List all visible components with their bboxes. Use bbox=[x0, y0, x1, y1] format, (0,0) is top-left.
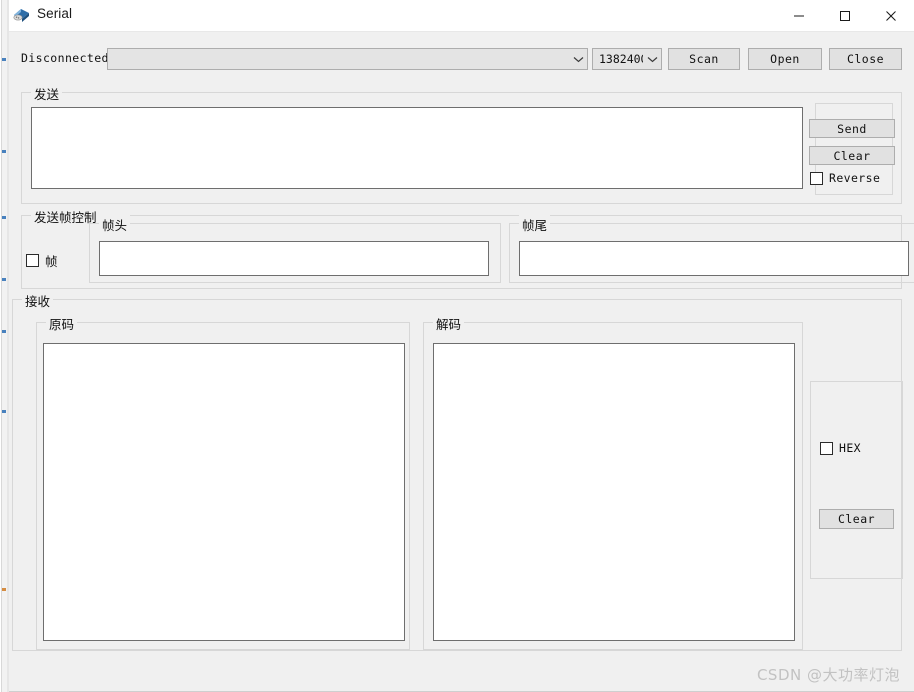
frame-header-group: 帧头 bbox=[89, 215, 501, 283]
frame-enable-label: 帧 bbox=[45, 254, 58, 269]
raw-code-title: 原码 bbox=[46, 314, 78, 333]
open-port-button[interactable]: Open bbox=[748, 48, 822, 70]
frame-header-title: 帧头 bbox=[99, 215, 131, 234]
chevron-down-icon bbox=[643, 56, 661, 63]
send-button[interactable]: Send bbox=[809, 119, 895, 138]
minimize-button[interactable] bbox=[776, 0, 822, 31]
backdrop-fleck bbox=[2, 150, 6, 153]
frame-tail-title: 帧尾 bbox=[519, 215, 551, 234]
checkbox-box bbox=[820, 441, 833, 455]
backdrop-fleck bbox=[2, 330, 6, 333]
baud-rate-value: 1382400 bbox=[599, 52, 643, 66]
send-group: 发送 bbox=[21, 84, 902, 204]
raw-code-group: 原码 bbox=[36, 314, 410, 650]
checkbox-box bbox=[26, 254, 39, 267]
clear-send-button[interactable]: Clear bbox=[809, 146, 895, 165]
backdrop-fleck bbox=[2, 58, 6, 61]
close-port-button[interactable]: Close bbox=[829, 48, 902, 70]
connection-status-label: Disconnected bbox=[21, 51, 109, 65]
send-group-title: 发送 bbox=[31, 84, 63, 103]
decoded-group: 解码 bbox=[423, 314, 803, 650]
serial-port-select[interactable] bbox=[107, 48, 588, 70]
baud-rate-select[interactable]: 1382400 bbox=[592, 48, 662, 70]
receive-group-title: 接收 bbox=[22, 291, 54, 310]
backdrop-fleck bbox=[2, 410, 6, 413]
frame-enable-checkbox[interactable]: 帧 bbox=[26, 251, 58, 270]
clear-receive-button[interactable]: Clear bbox=[819, 509, 894, 529]
close-button[interactable] bbox=[868, 0, 914, 31]
send-textarea[interactable] bbox=[31, 107, 803, 189]
backdrop-fleck bbox=[2, 278, 6, 281]
receive-actions-panel bbox=[810, 381, 903, 579]
reverse-checkbox[interactable]: Reverse bbox=[810, 171, 880, 185]
maximize-button[interactable] bbox=[822, 0, 868, 31]
hex-checkbox-label: HEX bbox=[839, 441, 861, 455]
reverse-checkbox-label: Reverse bbox=[829, 171, 881, 185]
chevron-down-icon bbox=[569, 56, 587, 63]
window-title: Serial bbox=[37, 6, 73, 21]
scan-button[interactable]: Scan bbox=[668, 48, 740, 70]
minimize-icon bbox=[794, 15, 804, 16]
maximize-icon bbox=[840, 10, 850, 21]
serial-app-window: Serial Disconnected 1382400 Scan Open Cl… bbox=[9, 0, 914, 692]
decoded-textarea[interactable] bbox=[433, 343, 795, 641]
frame-header-input[interactable] bbox=[99, 241, 489, 276]
close-icon bbox=[886, 10, 896, 21]
checkbox-box bbox=[810, 171, 823, 185]
frame-tail-group: 帧尾 bbox=[509, 215, 914, 283]
title-bar: Serial bbox=[9, 0, 914, 32]
serial-port-icon bbox=[13, 9, 29, 22]
raw-code-textarea[interactable] bbox=[43, 343, 405, 641]
watermark-text: CSDN @大功率灯泡 bbox=[756, 666, 900, 684]
backdrop-fleck bbox=[2, 216, 6, 219]
backdrop-fleck bbox=[2, 588, 6, 591]
hex-checkbox[interactable]: HEX bbox=[820, 441, 861, 455]
frame-tail-input[interactable] bbox=[519, 241, 909, 276]
decoded-title: 解码 bbox=[433, 314, 465, 333]
